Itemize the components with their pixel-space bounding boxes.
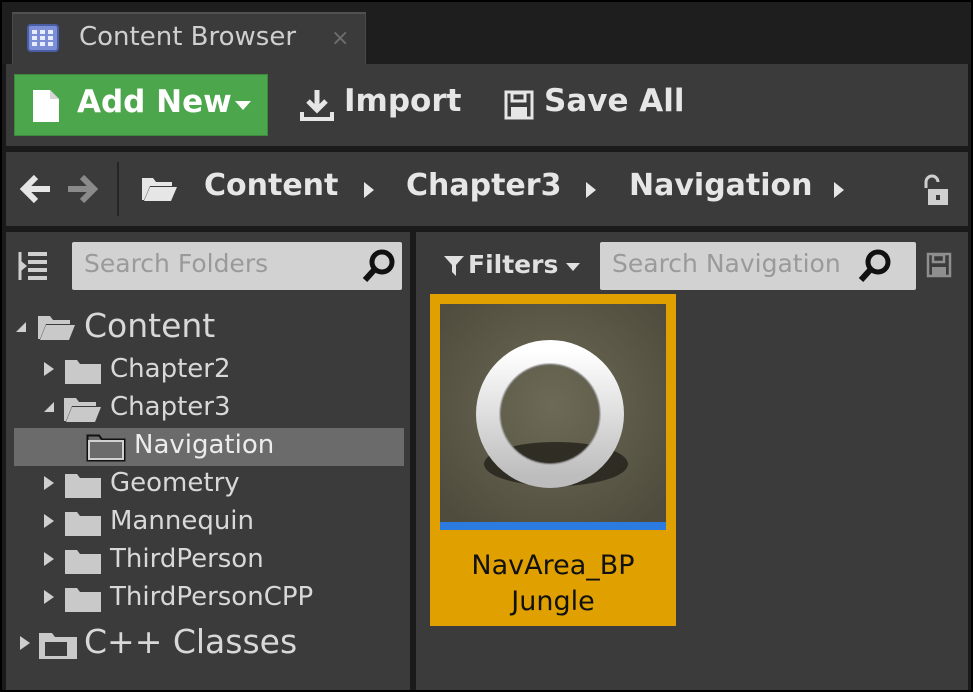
save-search-icon[interactable] bbox=[926, 252, 952, 282]
tree-item-cpp-classes[interactable]: C++ Classes bbox=[6, 622, 410, 664]
asset-type-bar bbox=[440, 522, 666, 530]
search-folders-placeholder: Search Folders bbox=[84, 249, 269, 278]
chevron-down-icon bbox=[566, 263, 580, 271]
search-navigation-input[interactable]: Search Navigation bbox=[600, 242, 916, 290]
tree-item-content[interactable]: Content bbox=[6, 306, 410, 346]
forward-arrow-icon[interactable] bbox=[66, 174, 99, 208]
tree-item-navigation[interactable]: Navigation bbox=[14, 428, 404, 466]
open-folder-icon bbox=[62, 394, 102, 428]
open-folder-icon bbox=[36, 312, 76, 346]
save-icon bbox=[504, 90, 534, 120]
folder-icon bbox=[64, 357, 102, 389]
asset-name-line1: NavArea_BP bbox=[471, 550, 635, 581]
filter-icon bbox=[444, 256, 464, 276]
tree-toggle-icon[interactable] bbox=[18, 250, 48, 286]
collapsed-arrow-icon[interactable] bbox=[44, 514, 54, 528]
collapsed-arrow-icon[interactable] bbox=[20, 636, 30, 650]
collapsed-arrow-icon[interactable] bbox=[44, 552, 54, 566]
path-divider bbox=[117, 162, 119, 216]
new-file-icon bbox=[31, 88, 61, 124]
import-label: Import bbox=[344, 83, 462, 119]
tree-item-label: Chapter3 bbox=[110, 392, 231, 422]
save-all-label: Save All bbox=[544, 83, 685, 119]
content-browser-window: Content Browser × Add New Import Save Al… bbox=[2, 2, 971, 690]
add-new-label: Add New bbox=[77, 84, 232, 120]
cpp-folder-icon bbox=[38, 630, 78, 664]
breadcrumb-navigation[interactable]: Navigation bbox=[629, 168, 813, 203]
tree-item-label: Geometry bbox=[110, 468, 240, 498]
save-all-button[interactable]: Save All bbox=[498, 74, 698, 136]
chevron-down-icon bbox=[235, 101, 251, 110]
asset-tile-navarea[interactable]: NavArea_BP Jungle bbox=[430, 294, 676, 626]
tree-item-label: ThirdPerson bbox=[110, 544, 264, 574]
tab-content-browser[interactable]: Content Browser × bbox=[12, 12, 366, 64]
tree-item-label: Content bbox=[84, 306, 216, 345]
tab-title: Content Browser bbox=[79, 22, 297, 52]
path-bar: Content Chapter3 Navigation bbox=[6, 152, 968, 226]
nav-area-ring-icon bbox=[440, 304, 666, 530]
unlock-icon[interactable] bbox=[920, 174, 950, 212]
asset-panel: Filters Search Navigation NavArea_BP Jun… bbox=[416, 232, 968, 690]
tree-item-geometry[interactable]: Geometry bbox=[6, 466, 410, 504]
import-button[interactable]: Import bbox=[296, 74, 466, 136]
breadcrumb-separator-icon[interactable] bbox=[834, 182, 844, 198]
tree-item-thirdperson[interactable]: ThirdPerson bbox=[6, 542, 410, 580]
tree-item-mannequin[interactable]: Mannequin bbox=[6, 504, 410, 542]
search-folders-input[interactable]: Search Folders bbox=[72, 242, 402, 290]
tree-item-label: Chapter2 bbox=[110, 354, 231, 384]
collapsed-arrow-icon[interactable] bbox=[44, 590, 54, 604]
search-navigation-placeholder: Search Navigation bbox=[612, 249, 841, 278]
folder-icon bbox=[86, 432, 126, 466]
tree-item-chapter2[interactable]: Chapter2 bbox=[6, 352, 410, 390]
filters-label: Filters bbox=[468, 250, 559, 279]
folder-icon bbox=[64, 547, 102, 579]
tab-strip: Content Browser × bbox=[2, 2, 971, 64]
breadcrumb-content[interactable]: Content bbox=[204, 168, 338, 203]
search-icon[interactable] bbox=[858, 248, 894, 284]
open-folder-icon bbox=[140, 174, 178, 208]
close-icon[interactable]: × bbox=[331, 26, 349, 51]
tree-item-label: Mannequin bbox=[110, 506, 255, 536]
asset-thumbnail bbox=[440, 304, 666, 530]
expanded-arrow-icon[interactable] bbox=[44, 402, 54, 412]
add-new-button[interactable]: Add New bbox=[14, 74, 268, 136]
expanded-arrow-icon[interactable] bbox=[16, 322, 26, 332]
tree-item-label: C++ Classes bbox=[84, 622, 298, 661]
breadcrumb-separator-icon[interactable] bbox=[586, 182, 596, 198]
content-browser-icon bbox=[27, 24, 59, 52]
tree-item-label: Navigation bbox=[134, 430, 275, 460]
collapsed-arrow-icon[interactable] bbox=[44, 476, 54, 490]
collapsed-arrow-icon[interactable] bbox=[44, 362, 54, 376]
folder-icon bbox=[64, 585, 102, 617]
tree-item-chapter3[interactable]: Chapter3 bbox=[6, 390, 410, 428]
breadcrumb-chapter3[interactable]: Chapter3 bbox=[406, 168, 561, 203]
toolbar: Add New Import Save All bbox=[6, 64, 968, 146]
breadcrumb-separator-icon[interactable] bbox=[364, 182, 374, 198]
import-icon bbox=[300, 90, 334, 121]
back-arrow-icon[interactable] bbox=[19, 174, 52, 208]
tree-item-label: ThirdPersonCPP bbox=[110, 582, 314, 612]
asset-name-line2: Jungle bbox=[511, 586, 595, 617]
folder-icon bbox=[64, 471, 102, 503]
folder-panel: Search Folders Content Chapter2 Chapter3… bbox=[6, 232, 410, 690]
tree-item-thirdpersoncpp[interactable]: ThirdPersonCPP bbox=[6, 580, 410, 618]
search-icon[interactable] bbox=[362, 248, 398, 284]
folder-icon bbox=[64, 509, 102, 541]
